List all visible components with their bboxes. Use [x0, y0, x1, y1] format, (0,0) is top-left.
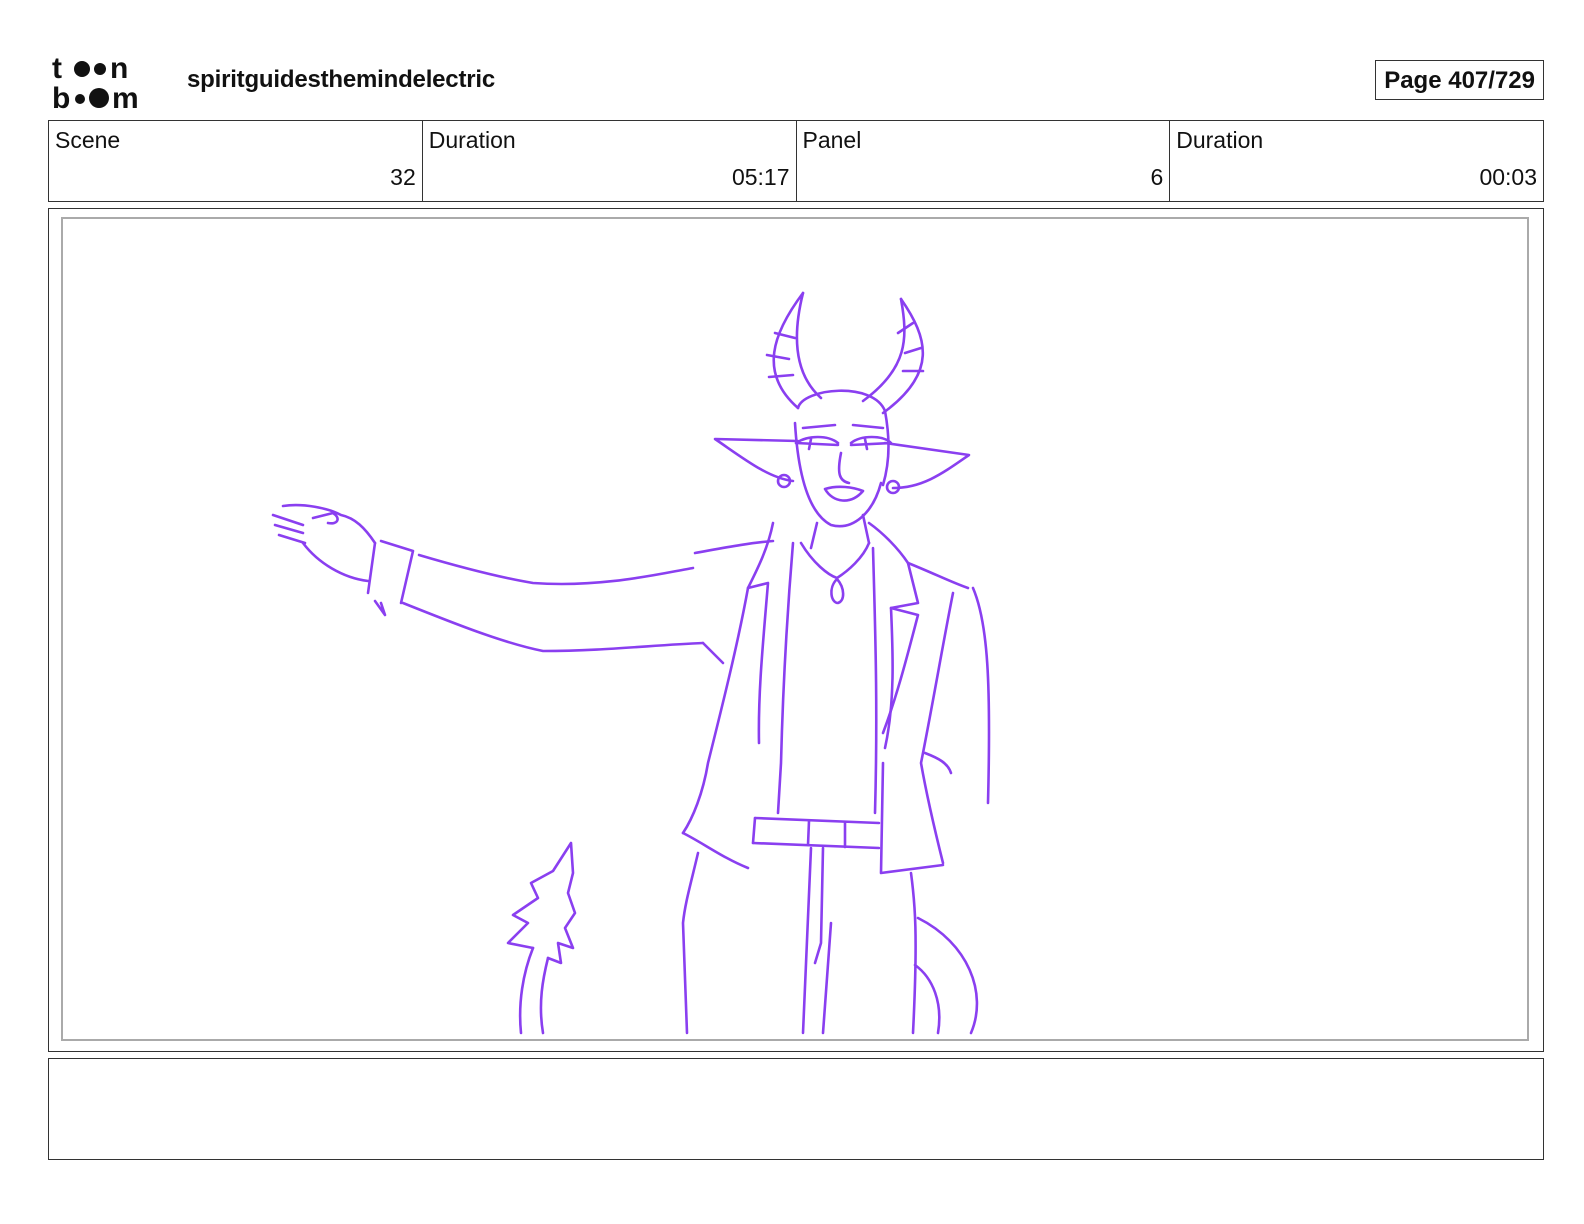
panel-label: Panel [802, 127, 862, 153]
scene-duration-label: Duration [428, 127, 516, 153]
scene-value: 32 [390, 164, 416, 190]
svg-text:n: n [110, 52, 128, 85]
panel-image-area [61, 217, 1529, 1041]
panel-value: 6 [1150, 164, 1164, 190]
page-indicator: Page 407/729 [1375, 60, 1544, 100]
project-title: spiritguidesthemindelectric [187, 66, 496, 93]
scene-duration-cell: Duration 05:17 [423, 121, 797, 201]
panel-cell: Panel 6 [797, 121, 1171, 201]
scene-label: Scene [55, 127, 121, 153]
scene-cell: Scene 32 [49, 121, 423, 201]
storyboard-panel [48, 208, 1544, 1052]
panel-duration-cell: Duration 00:03 [1170, 121, 1543, 201]
svg-text:m: m [112, 82, 139, 112]
scene-info-table: Scene 32 Duration 05:17 Panel 6 Duration… [48, 120, 1544, 202]
header: t n b m spiritguidesthemindelectric Page… [48, 48, 1544, 114]
toon-boom-logo: t n b m [52, 52, 139, 112]
character-sketch [271, 291, 991, 1035]
scene-duration-value: 05:17 [731, 164, 790, 190]
panel-duration-value: 00:03 [1479, 164, 1537, 190]
panel-notes [48, 1058, 1544, 1160]
svg-text:t: t [52, 52, 62, 85]
svg-text:b: b [52, 82, 70, 112]
panel-duration-label: Duration [1176, 127, 1264, 153]
